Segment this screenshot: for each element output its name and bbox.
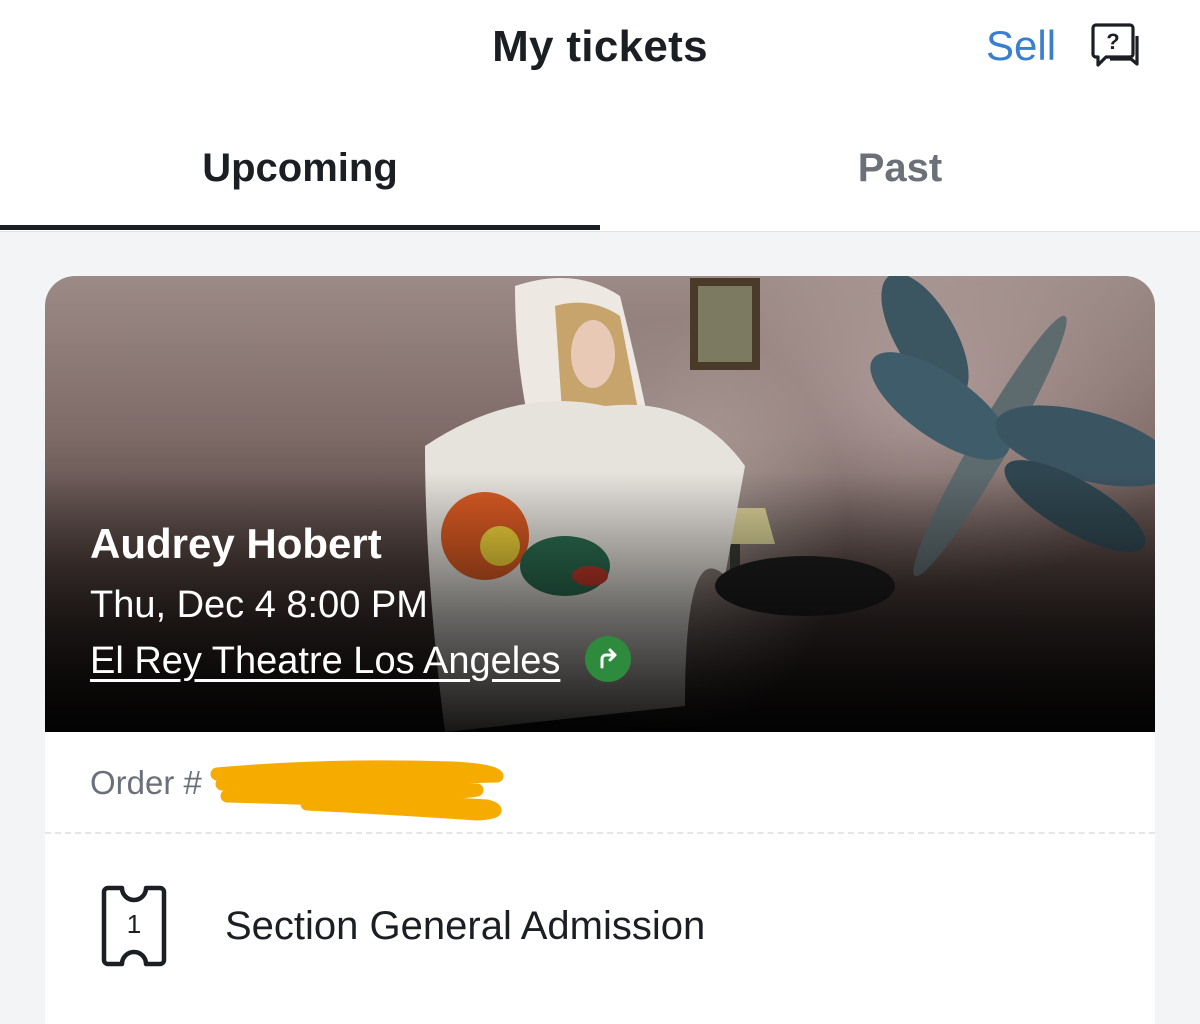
ticket-card: Audrey Hobert Thu, Dec 4 8:00 PM El Rey … (45, 276, 1155, 1024)
tab-past[interactable]: Past (600, 130, 1200, 232)
ticket-row[interactable]: 1 Section General Admission (45, 834, 1155, 1024)
help-chat-icon[interactable]: ? (1090, 22, 1142, 72)
venue-row: El Rey Theatre Los Angeles (90, 636, 631, 686)
order-label: Order # (90, 764, 202, 801)
svg-text:?: ? (1106, 29, 1119, 54)
event-artist: Audrey Hobert (90, 520, 382, 567)
tab-bar: Upcoming Past (0, 130, 1200, 232)
tab-upcoming[interactable]: Upcoming (0, 130, 600, 232)
tabs-divider (0, 231, 1200, 232)
event-datetime: Thu, Dec 4 8:00 PM (90, 584, 428, 626)
sell-button[interactable]: Sell (986, 22, 1056, 70)
active-tab-indicator (0, 225, 600, 230)
ticket-count: 1 (126, 909, 142, 939)
app-header: My tickets Sell ? Upcoming Past (0, 0, 1200, 232)
order-row: Order # (45, 732, 1155, 834)
venue-link[interactable]: El Rey Theatre Los Angeles (90, 640, 560, 683)
directions-arrow-icon[interactable] (584, 636, 631, 682)
event-hero-image[interactable]: Audrey Hobert Thu, Dec 4 8:00 PM El Rey … (45, 276, 1155, 732)
section-label: Section General Admission (225, 904, 706, 948)
redaction-scribble (210, 760, 504, 821)
